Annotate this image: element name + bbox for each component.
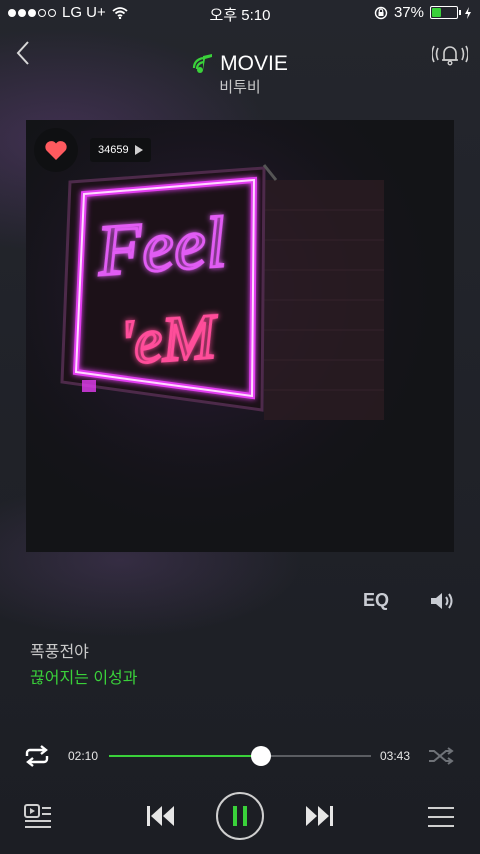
rotation-lock-icon [374,6,388,19]
progress-track[interactable] [109,755,371,757]
song-title: MOVIE [220,52,288,75]
like-button[interactable] [34,128,78,172]
menu-icon[interactable] [428,806,454,828]
battery-percent: 37% [393,4,424,21]
repeat-icon[interactable] [22,744,52,768]
status-bar: LG U+ 오후 5:10 37% [0,0,480,26]
pause-icon [233,806,247,826]
battery-fill [432,8,441,17]
status-right: 37% [374,4,472,21]
shuffle-icon[interactable] [427,744,455,768]
artist-name[interactable]: 비투비 [0,76,480,97]
volume-icon[interactable] [428,590,456,612]
next-icon[interactable] [304,804,334,828]
battery-icon [430,6,461,19]
album-art[interactable]: Feel 'eM [26,120,454,552]
lyric-line-current[interactable]: 끊어지는 이성과 [30,664,138,688]
alarm-bell-icon[interactable] [432,40,468,68]
album-art-image: Feel 'eM [26,120,454,552]
previous-icon[interactable] [146,804,176,828]
progress-played [109,755,261,757]
playlist-icon[interactable] [24,802,52,830]
progress-thumb[interactable] [250,746,271,766]
like-count: 34659 [98,144,129,156]
current-time: 02:10 [68,749,99,763]
like-count-badge[interactable]: 34659 [90,138,151,162]
lyric-line-previous[interactable]: 폭풍전야 [30,638,89,662]
eq-button[interactable]: EQ [363,590,389,611]
music-note-icon [193,54,213,73]
total-time: 03:43 [380,749,411,763]
heart-icon [45,141,67,160]
charging-icon [465,6,471,19]
art-text-feel: Feel [94,202,228,291]
play-small-icon [134,145,143,155]
pause-button[interactable] [216,792,264,840]
title-row: MOVIE [0,52,480,76]
art-text-em: 'eM [118,300,222,378]
player-header: MOVIE 비투비 [0,30,480,100]
